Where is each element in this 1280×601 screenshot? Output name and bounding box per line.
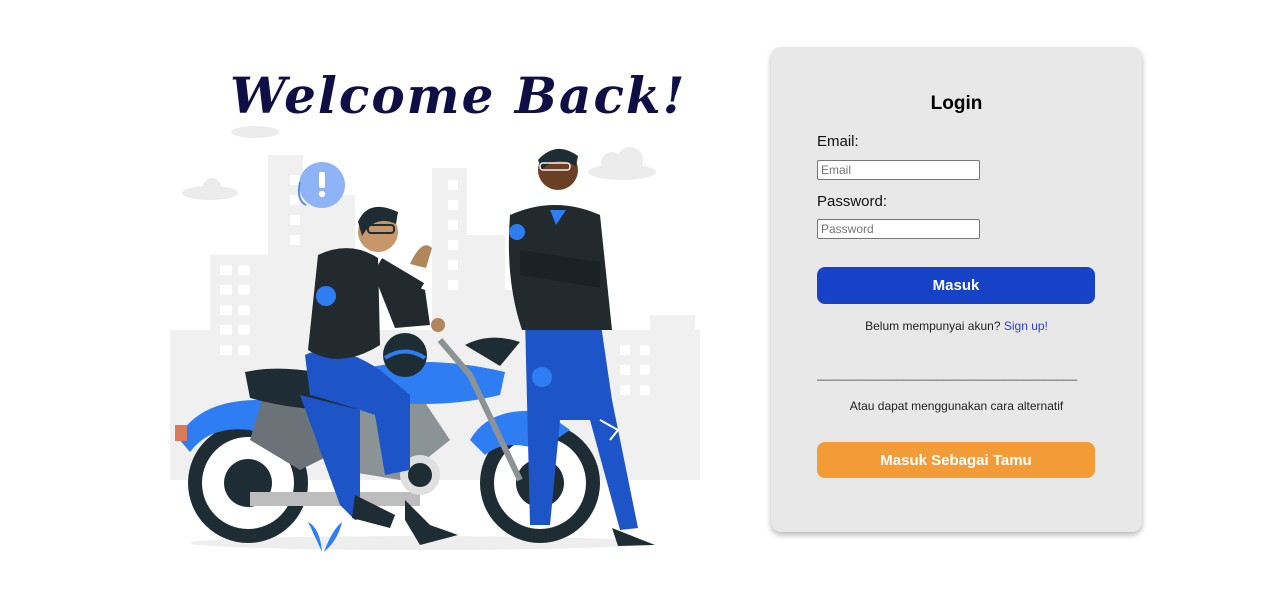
welcome-heading: Welcome Back! — [230, 66, 687, 125]
signup-prompt-row: Belum mempunyai akun? Sign up! — [771, 319, 1142, 333]
email-input[interactable] — [817, 160, 980, 180]
alternative-text: Atau dapat menggunakan cara alternatif — [849, 399, 1064, 413]
signup-prompt-text: Belum mempunyai akun? — [865, 319, 1001, 333]
guest-login-button[interactable]: Masuk Sebagai Tamu — [817, 442, 1095, 478]
login-button[interactable]: Masuk — [817, 267, 1095, 304]
motorcycle-riders-illustration — [170, 126, 700, 552]
login-title: Login — [930, 93, 983, 114]
signup-link[interactable]: Sign up! — [1004, 319, 1048, 333]
exclamation-bubble-icon — [297, 162, 345, 208]
login-card: Login Email: Password: Masuk Belum mempu… — [771, 47, 1142, 532]
password-label: Password: — [817, 193, 888, 210]
clouds — [182, 126, 656, 200]
password-input[interactable] — [817, 219, 980, 239]
section-divider: _______________________________________ — [817, 367, 1078, 381]
email-label: Email: — [817, 133, 859, 150]
